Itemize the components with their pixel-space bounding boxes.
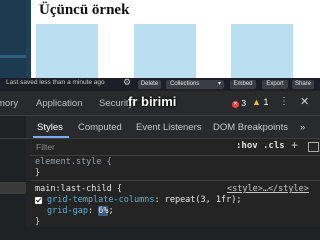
result-preview: Üçüncü örnek [31, 0, 320, 78]
grid-cell [36, 24, 98, 78]
tab-styles[interactable]: Styles [37, 122, 63, 133]
more-vertical-icon[interactable]: ⋮ [279, 96, 289, 107]
elements-sub-tabs: Styles Computed Event Listeners DOM Brea… [0, 116, 320, 139]
css-declaration[interactable]: grid-gap: 6%; [47, 206, 114, 216]
tab-memory[interactable]: mory [0, 98, 18, 109]
chevron-down-icon: ▾ [217, 81, 221, 87]
rule-close-brace: } [35, 168, 41, 178]
devtools-main-tabs: mory Application Security fr birimi ✕ 3 … [0, 91, 320, 116]
devtools-panel: mory Application Security fr birimi ✕ 3 … [0, 91, 320, 227]
property-checkbox[interactable] [35, 197, 42, 204]
editing-value[interactable]: 6% [98, 206, 109, 216]
preview-area: Üçüncü örnek [0, 0, 320, 78]
css-declaration[interactable]: grid-template-columns: repeat(3, 1fr); [47, 195, 241, 205]
annotation-label: fr birimi [128, 94, 177, 109]
grid-cell [231, 24, 293, 78]
embed-button[interactable]: Embed [230, 80, 256, 89]
rule-selector[interactable]: main:last-child { [35, 184, 122, 194]
styles-filter-bar: Filter :hov .cls + [30, 138, 320, 156]
grid-cell [134, 24, 196, 78]
dom-tree-edge [0, 139, 26, 227]
hover-state-toggle[interactable]: :hov [236, 141, 258, 151]
tab-application[interactable]: Application [36, 98, 82, 109]
toggle-sidebar-icon[interactable] [308, 142, 319, 152]
collections-dropdown[interactable]: Collections ▾ [166, 80, 224, 89]
share-button[interactable]: Share [292, 80, 314, 89]
error-counter[interactable]: ✕ 3 [232, 98, 246, 108]
gear-icon[interactable]: ⚙ [123, 77, 131, 88]
warning-counter[interactable]: ▲ 1 [252, 97, 268, 107]
export-button[interactable]: Export [262, 80, 288, 89]
active-tab-indicator [33, 136, 69, 138]
close-icon[interactable]: ✕ [300, 95, 309, 108]
add-rule-icon[interactable]: + [291, 138, 298, 152]
editor-footer: Last saved less than a minute ago ⚙ Dele… [0, 77, 320, 91]
class-toggle[interactable]: .cls [263, 141, 285, 151]
tab-computed[interactable]: Computed [78, 122, 122, 133]
editor-panel-edge [0, 0, 26, 78]
tab-dom-breakpoints[interactable]: DOM Breakpoints [213, 122, 288, 133]
tab-event-listeners[interactable]: Event Listeners [136, 122, 201, 133]
rule-divider [30, 180, 320, 181]
style-source-link[interactable]: <style>…</style> [227, 184, 309, 194]
filter-input[interactable]: Filter [36, 142, 55, 152]
warning-icon: ▲ [252, 97, 261, 107]
element-style-selector[interactable]: element.style { [35, 157, 112, 167]
error-icon: ✕ [232, 101, 239, 108]
preview-heading: Üçüncü örnek [39, 2, 130, 18]
more-tabs-button[interactable]: » [300, 122, 305, 133]
delete-button[interactable]: Delete [138, 80, 161, 89]
rule-close-brace: } [35, 217, 41, 227]
saved-status: Last saved less than a minute ago [6, 79, 105, 86]
